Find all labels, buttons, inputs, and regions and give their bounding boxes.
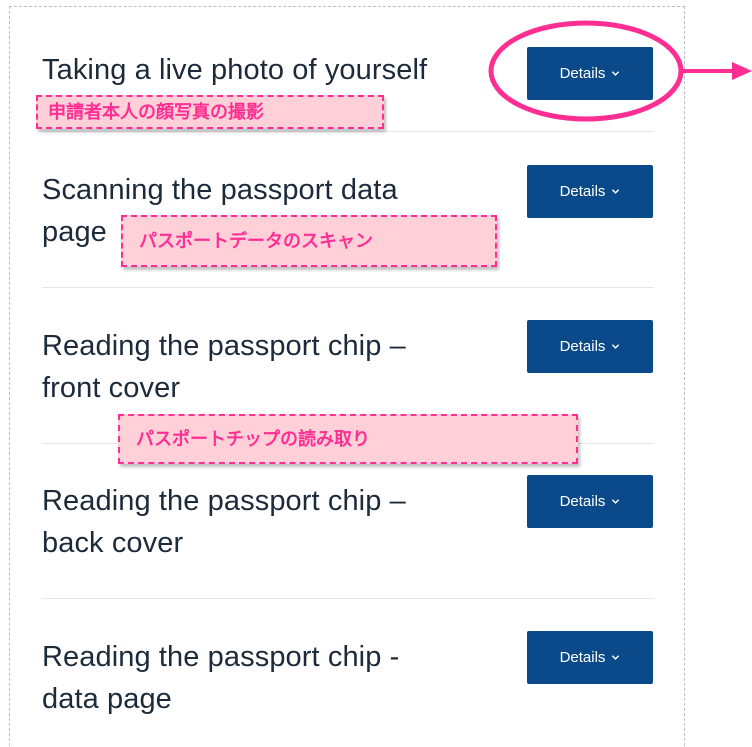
- annotation-tag-photo: 申請者本人の顔写真の撮影: [36, 95, 384, 129]
- details-button-scan-data-page[interactable]: Details: [527, 165, 653, 218]
- details-button-chip-front-cover[interactable]: Details: [527, 320, 653, 373]
- chevron-down-icon: [612, 344, 620, 349]
- annotation-tag-chip: パスポートチップの読み取り: [118, 414, 578, 464]
- step-divider: [42, 598, 654, 599]
- step-title-line: Taking a live photo of yourself: [42, 54, 428, 86]
- details-button-label: Details: [559, 338, 606, 355]
- details-button-label: Details: [559, 493, 606, 510]
- step-title-line: Scanning the passport data: [42, 174, 398, 206]
- annotation-tag-scan: パスポートデータのスキャン: [121, 215, 497, 267]
- step-divider: [42, 287, 654, 288]
- step-title-live-photo: Taking a live photo of yourself: [42, 49, 482, 91]
- step-title-line: Reading the passport chip –: [42, 485, 406, 517]
- chevron-down-icon: [612, 499, 620, 504]
- step-title-chip-data-page: Reading the passport chip - data page: [42, 636, 482, 720]
- step-title-line: back cover: [42, 527, 184, 559]
- screenshot-stage: Taking a live photo of yourself Details …: [0, 0, 752, 747]
- step-divider: [42, 131, 654, 132]
- details-button-label: Details: [559, 65, 606, 82]
- arrow-head-icon: [732, 62, 752, 80]
- step-title-line: Reading the passport chip -: [42, 641, 400, 673]
- step-title-line: data page: [42, 683, 172, 715]
- chevron-down-icon: [612, 189, 620, 194]
- details-button-chip-data-page[interactable]: Details: [527, 631, 653, 684]
- details-button-live-photo[interactable]: Details: [527, 47, 653, 100]
- details-button-label: Details: [559, 649, 606, 666]
- step-title-line: front cover: [42, 372, 181, 404]
- chevron-down-icon: [612, 71, 620, 76]
- details-button-chip-back-cover[interactable]: Details: [527, 475, 653, 528]
- step-title-line: Reading the passport chip –: [42, 330, 406, 362]
- chevron-down-icon: [612, 655, 620, 660]
- details-button-label: Details: [559, 183, 606, 200]
- step-title-chip-back-cover: Reading the passport chip – back cover: [42, 480, 482, 564]
- step-title-chip-front-cover: Reading the passport chip – front cover: [42, 325, 482, 409]
